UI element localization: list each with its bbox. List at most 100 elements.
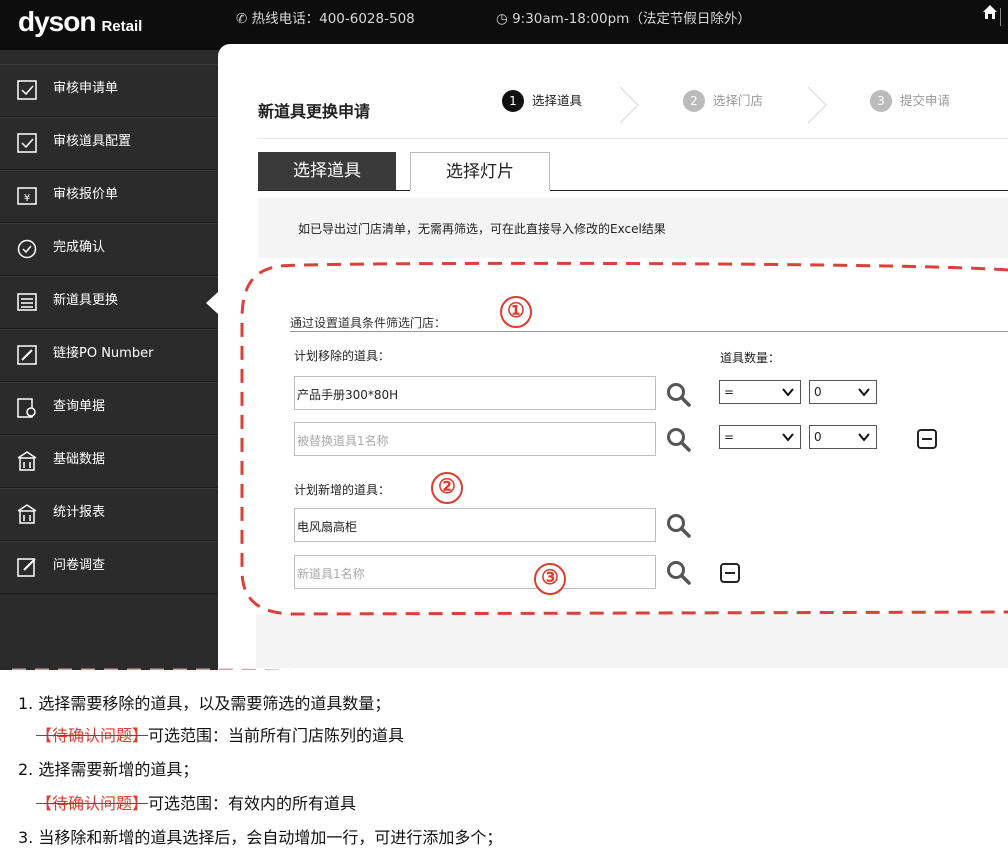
sidebar-item[interactable]: 链接PO Number	[0, 329, 218, 382]
chevron-right-icon	[807, 86, 827, 124]
sidebar-item-label: 链接PO Number	[53, 346, 154, 361]
pending-tag: 【待确认问题】	[36, 794, 149, 813]
step-number: 2	[683, 90, 705, 112]
marker-1: ①	[500, 296, 532, 328]
marker-2: ②	[431, 472, 463, 504]
new-prop-input[interactable]: 电风扇高柜	[294, 508, 656, 542]
quantity-select[interactable]: 0	[809, 380, 877, 404]
sidebar-item-label: 统计报表	[53, 505, 106, 520]
pending-tag: 【待确认问题】	[36, 726, 149, 745]
sidebar-item[interactable]: 审核申请单	[0, 64, 218, 117]
search-icon[interactable]	[666, 513, 692, 539]
chevron-down-icon	[782, 388, 794, 397]
remove-prop-input[interactable]: 产品手册300*80H	[294, 376, 656, 410]
building-icon	[17, 504, 37, 524]
review-icon	[17, 80, 37, 100]
phone-icon: ✆	[236, 11, 248, 27]
step-label: 选择道具	[532, 93, 583, 108]
step-label: 选择门店	[713, 93, 764, 108]
remove-props-label: 计划移除的道具：	[294, 349, 391, 363]
tab-select-lightbox[interactable]: 选择灯片	[410, 152, 550, 191]
step-label: 提交申请	[900, 93, 951, 108]
replaced-prop-input[interactable]: 被替换道具1名称	[294, 422, 656, 456]
logo-text: dyson	[18, 6, 96, 37]
notice-text: 如已导出过门店清单，无需再筛选，可在此直接导入修改的Excel结果	[298, 222, 666, 236]
operator-select[interactable]: =	[719, 425, 801, 449]
logo[interactable]: dyson Retail	[18, 6, 142, 38]
sidebar-item[interactable]: 完成确认	[0, 223, 218, 276]
note-text: 可选范围：当前所有门店陈列的道具	[148, 726, 405, 745]
sidebar-item-label: 基础数据	[53, 452, 106, 467]
link-icon	[17, 345, 37, 365]
step-submit[interactable]: 3 提交申请	[870, 90, 950, 112]
note-2: 2. 选择需要新增的道具；	[18, 760, 199, 779]
sidebar-item-label: 查询单据	[53, 399, 106, 414]
add-props-label: 计划新增的道具：	[294, 483, 391, 497]
chevron-right-icon	[619, 86, 639, 124]
clock-icon: ◷	[496, 11, 508, 27]
step-number: 3	[870, 90, 892, 112]
sidebar-item[interactable]: ¥ 审核报价单	[0, 170, 218, 223]
sidebar-item-label: 审核道具配置	[53, 134, 132, 149]
quantity-select[interactable]: 0	[809, 425, 877, 449]
hotline-text: 热线电话：400-6028-508	[251, 11, 415, 27]
chevron-down-icon	[858, 388, 870, 397]
filter-title: 通过设置道具条件筛选门店：	[290, 316, 447, 330]
sidebar-item[interactable]: 查询单据	[0, 382, 218, 435]
chevron-down-icon	[782, 433, 794, 442]
step-select-stores[interactable]: 2 选择门店	[683, 90, 763, 112]
svg-text:¥: ¥	[24, 193, 30, 204]
active-indicator	[206, 292, 218, 314]
step-number: 1	[502, 90, 524, 112]
sidebar-item-label: 完成确认	[53, 240, 106, 255]
quantity-label: 道具数量：	[720, 351, 781, 365]
note-text: 可选范围：有效内的所有道具	[148, 794, 357, 813]
search-icon[interactable]	[666, 560, 692, 586]
note-1-sub: 【待确认问题】可选范围：当前所有门店陈列的道具	[36, 722, 404, 746]
sidebar-item-label: 审核报价单	[53, 187, 119, 202]
divider	[1000, 8, 1001, 26]
new-prop-input[interactable]: 新道具1名称	[294, 555, 656, 589]
sidebar-item[interactable]: 基础数据	[0, 435, 218, 488]
search-doc-icon	[17, 398, 36, 418]
tab-select-props[interactable]: 选择道具	[258, 152, 396, 190]
divider	[258, 138, 1008, 139]
step-select-props[interactable]: 1 选择道具	[502, 90, 582, 112]
top-bar: dyson Retail ✆ 热线电话：400-6028-508 ◷ 9:30am…	[0, 0, 1008, 50]
sidebar-item-label: 审核申请单	[53, 81, 119, 96]
select-value: 0	[814, 385, 822, 399]
sidebar-item[interactable]: 新道具更换	[0, 276, 218, 329]
sidebar-item-label: 新道具更换	[53, 293, 119, 308]
building-icon	[17, 451, 37, 471]
chevron-down-icon	[858, 433, 870, 442]
search-icon[interactable]	[666, 382, 692, 408]
operator-select[interactable]: =	[719, 380, 801, 404]
hotline: ✆ 热线电话：400-6028-508	[236, 7, 415, 27]
footer-bar	[256, 614, 1008, 668]
list-icon	[17, 293, 37, 311]
select-value: =	[724, 430, 735, 444]
check-circle-icon	[17, 239, 37, 259]
remove-row-button[interactable]	[720, 563, 740, 583]
sidebar-item-label: 问卷调查	[53, 558, 106, 573]
note-2-sub: 【待确认问题】可选范围：有效内的所有道具	[36, 790, 356, 814]
tab-baseline	[258, 190, 1008, 191]
edit-icon	[17, 558, 36, 577]
logo-sub: Retail	[101, 18, 143, 35]
note-3: 3. 当移除和新增的道具选择后，会自动增加一行，可进行添加多个；	[18, 828, 503, 847]
remove-row-button[interactable]	[917, 429, 937, 449]
sidebar-item[interactable]: 问卷调查	[0, 541, 218, 594]
sidebar-item[interactable]: 审核道具配置	[0, 117, 218, 170]
hours-text: 9:30am-18:00pm（法定节假日除外）	[512, 11, 751, 27]
sidebar-item[interactable]: 统计报表	[0, 488, 218, 541]
note-1: 1. 选择需要移除的道具，以及需要筛选的道具数量；	[18, 694, 391, 713]
select-value: 0	[814, 430, 822, 444]
quote-icon: ¥	[17, 187, 37, 205]
select-value: =	[724, 385, 735, 399]
search-icon[interactable]	[666, 427, 692, 453]
business-hours: ◷ 9:30am-18:00pm（法定节假日除外）	[496, 7, 751, 27]
import-notice: 如已导出过门店清单，无需再筛选，可在此直接导入修改的Excel结果	[258, 198, 1008, 258]
home-icon[interactable]	[982, 4, 998, 20]
review-icon	[17, 133, 37, 153]
page-title: 新道具更换申请	[258, 102, 371, 121]
